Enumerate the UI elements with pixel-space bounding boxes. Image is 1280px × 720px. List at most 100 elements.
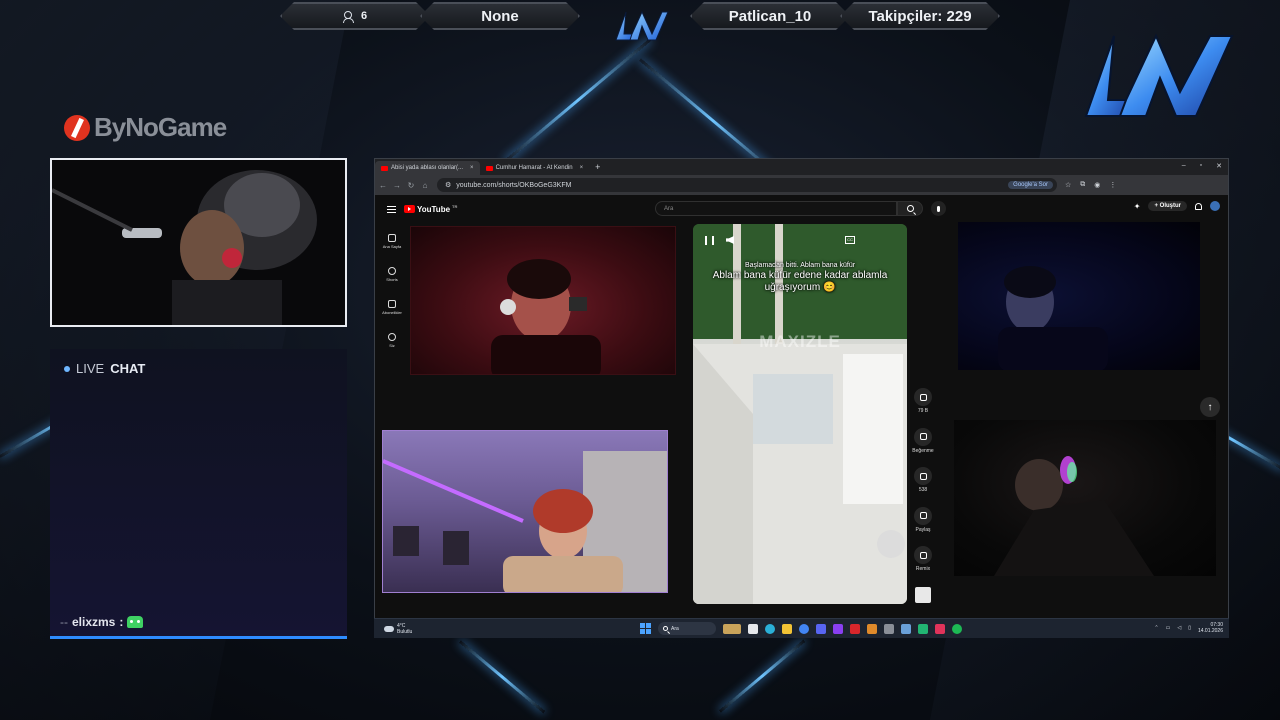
- browser-tab[interactable]: Abisi yada ablası olanlar(... ×: [375, 161, 480, 175]
- tab-title: Abisi yada ablası olanlar(...: [391, 165, 464, 171]
- captions-icon[interactable]: CC: [845, 236, 855, 244]
- background-beam: [459, 640, 546, 714]
- app-icon-red[interactable]: [850, 623, 860, 634]
- tray-chevron-up-icon[interactable]: ⌃: [1154, 625, 1158, 631]
- file-explorer-icon[interactable]: [782, 623, 792, 634]
- remix-label: Remix: [915, 566, 931, 572]
- extensions-icon[interactable]: ⧉: [1080, 181, 1085, 189]
- close-window-icon[interactable]: ✕: [1216, 162, 1222, 170]
- window-controls: – ▫ ✕: [1182, 162, 1222, 170]
- taskbar-search-label: Ara: [671, 625, 679, 632]
- follower-count: Takipçiler: 229: [840, 2, 1000, 30]
- app-icon-purple[interactable]: [833, 623, 843, 634]
- notifications-bell-icon[interactable]: [1195, 202, 1202, 210]
- like-glyph: [919, 393, 927, 401]
- game-name-text: None: [481, 7, 519, 25]
- video-watermark: MAXIZLE: [759, 332, 841, 351]
- like-button[interactable]: 79 B: [906, 388, 940, 428]
- search-icon: [663, 626, 668, 631]
- chat-message-prefix: --: [60, 615, 68, 629]
- channel-logo-small: [615, 10, 669, 41]
- chrome-icon[interactable]: [799, 623, 809, 634]
- taskbar-clock[interactable]: 07:30 14.01.2026: [1198, 622, 1223, 634]
- channel-logo-large: [1084, 33, 1234, 117]
- network-icon[interactable]: ▭: [1166, 625, 1171, 631]
- search-icon: [906, 205, 914, 212]
- sidebar-item-shorts[interactable]: Shorts: [375, 258, 409, 291]
- youtube-region: TR: [452, 204, 458, 209]
- battery-icon[interactable]: ▯: [1188, 625, 1191, 631]
- settings-icon[interactable]: [901, 623, 911, 634]
- create-button[interactable]: + Oluştur: [1148, 201, 1187, 211]
- sidebar-item-subscriptions[interactable]: Abonelikler: [375, 291, 409, 324]
- gemini-icon[interactable]: ✦: [1134, 202, 1141, 211]
- arrow-up-icon: ↑: [1207, 401, 1213, 413]
- ai-search-button[interactable]: Google'a Sor: [1008, 181, 1053, 189]
- maximize-icon[interactable]: ▫: [1200, 162, 1202, 170]
- reload-icon[interactable]: ↻: [405, 181, 417, 190]
- youtube-logo[interactable]: YouTube TR: [404, 204, 458, 214]
- comment-button[interactable]: 538: [906, 467, 940, 507]
- app-icon-pink[interactable]: [935, 623, 945, 634]
- share-button[interactable]: Paylaş: [906, 506, 940, 547]
- volume-tray-icon[interactable]: ◁: [1177, 625, 1181, 631]
- sidebar-item-home[interactable]: Ana Sayfa: [375, 225, 409, 258]
- reaction-cam-blue-feed: [998, 266, 1108, 370]
- minimize-icon[interactable]: –: [1182, 162, 1186, 170]
- previous-short-button[interactable]: ↑: [1200, 397, 1220, 417]
- app-icon-green[interactable]: [918, 623, 928, 634]
- spotify-icon[interactable]: [952, 623, 962, 634]
- menu-icon[interactable]: ⋮: [1109, 181, 1116, 189]
- new-tab-button[interactable]: +: [595, 162, 600, 172]
- reaction-cam-dark-feed: [994, 456, 1154, 576]
- sidebar-item-label: Siz: [389, 343, 395, 348]
- live-chat-panel: LIVE CHAT -- elixzms :: [50, 349, 347, 639]
- reaction-cam-purple: [382, 430, 668, 593]
- video-caption: Başlamadan bitti. Ablam bana küfür Ablam…: [693, 262, 907, 294]
- weather-widget[interactable]: 4°C Bulutlu: [384, 623, 412, 635]
- sidebar-item-label: Shorts: [386, 277, 398, 282]
- back-icon[interactable]: ←: [377, 181, 389, 190]
- site-info-icon[interactable]: ⚙: [445, 181, 451, 189]
- voice-search-button[interactable]: [931, 201, 946, 216]
- remix-icon: [914, 546, 932, 564]
- browser-tab[interactable]: Cumhur Hamarat - At Kendin ×: [480, 161, 590, 175]
- search-button[interactable]: [897, 201, 923, 216]
- comment-count: 538: [918, 487, 928, 493]
- edge-browser-icon[interactable]: [765, 623, 775, 634]
- pause-icon[interactable]: [705, 236, 714, 245]
- reaction-cam-red: [410, 226, 676, 375]
- reaction-cam-dark: [954, 420, 1216, 576]
- youtube-header: YouTube TR Ara ✦ + Oluştur: [375, 195, 1228, 223]
- live-dot-icon: [64, 365, 70, 372]
- profile-icon[interactable]: ◉: [1094, 181, 1100, 189]
- task-view-icon[interactable]: [748, 623, 758, 634]
- shorts-video-player[interactable]: CC Başlamadan bitti. Ablam bana küfür Ab…: [693, 224, 907, 604]
- tab-title: Cumhur Hamarat - At Kendin: [495, 165, 573, 171]
- start-button-icon[interactable]: [640, 623, 651, 634]
- youtube-sidebar: Ana Sayfa Shorts Abonelikler Siz: [375, 225, 409, 357]
- dislike-button[interactable]: Beğenme: [906, 427, 940, 468]
- volume-icon[interactable]: [726, 236, 734, 244]
- sidebar-item-you[interactable]: Siz: [375, 324, 409, 357]
- game-name: None: [420, 2, 580, 30]
- app-icon-orange[interactable]: [867, 623, 877, 634]
- remix-button[interactable]: Remix: [906, 546, 940, 586]
- youtube-search-input[interactable]: Ara: [655, 201, 897, 216]
- app-icon-gray[interactable]: [884, 623, 894, 634]
- hamburger-menu-icon[interactable]: [387, 205, 396, 213]
- tab-close-icon[interactable]: ×: [580, 165, 584, 171]
- shorts-icon: [388, 267, 396, 275]
- chat-username: elixzms: [72, 615, 116, 629]
- share-glyph: [919, 512, 927, 519]
- widgets-icon[interactable]: [723, 623, 741, 634]
- tab-close-icon[interactable]: ×: [470, 165, 474, 171]
- forward-icon[interactable]: →: [391, 181, 403, 190]
- bookmark-star-icon[interactable]: ☆: [1065, 181, 1071, 189]
- youtube-play-icon: [404, 205, 415, 213]
- url-input[interactable]: ⚙ youtube.com/shorts/OKBoGeG3KFM Google'…: [437, 178, 1057, 192]
- account-avatar[interactable]: [1210, 201, 1220, 211]
- taskbar-search[interactable]: Ara: [658, 622, 716, 635]
- home-icon[interactable]: ⌂: [419, 181, 431, 190]
- discord-icon[interactable]: [816, 623, 826, 634]
